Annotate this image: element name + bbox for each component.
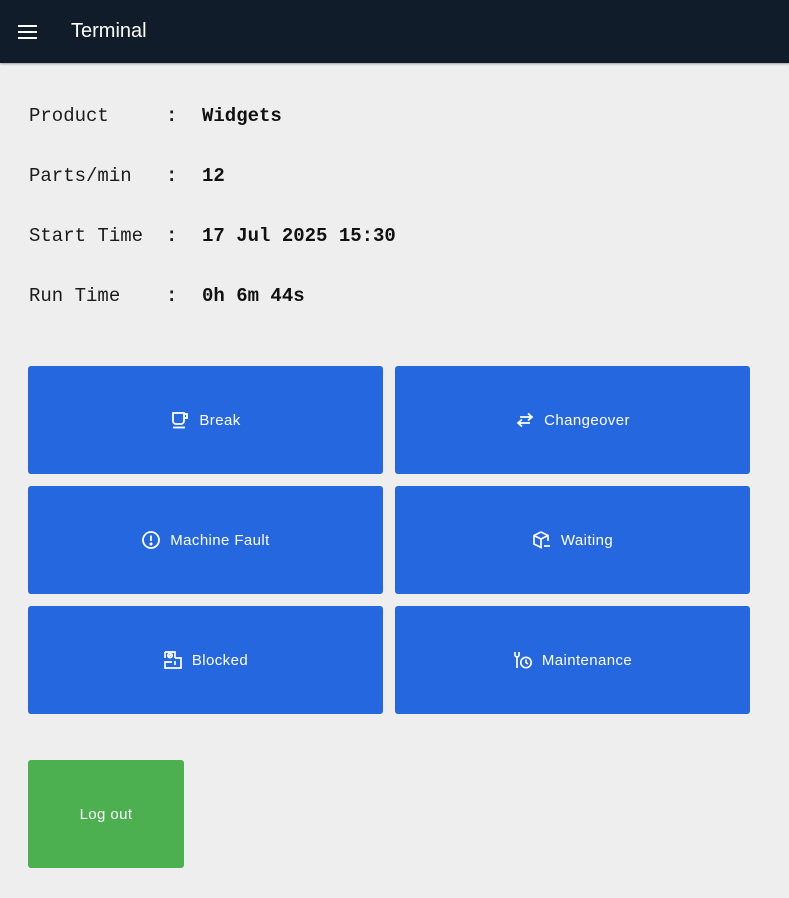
coffee-cup-icon [170,410,190,430]
info-label: Product [29,105,109,127]
maintenance-button[interactable]: Maintenance [395,606,750,714]
maintenance-label: Maintenance [541,651,633,669]
break-label: Break [199,411,241,429]
info-row-run-time: Run Time : 0h 6m 44s [29,280,305,312]
changeover-label: Changeover [544,411,630,429]
changeover-button[interactable]: Changeover [395,366,750,474]
info-value-run-time: 0h 6m 44s [202,285,305,307]
hamburger-menu-icon [17,24,37,39]
menu-button[interactable] [12,16,43,47]
machine-fault-label: Machine Fault [170,531,270,549]
info-value-product: Widgets [202,105,282,127]
info-separator: : [166,165,178,187]
info-row-start-time: Start Time : 17 Jul 2025 15:30 [29,220,396,252]
swap-arrows-icon [515,410,535,430]
logout-label: Log out [79,805,133,823]
machine-fault-button[interactable]: Machine Fault [28,486,383,594]
app-bar: Terminal [0,0,789,63]
break-button[interactable]: Break [28,366,383,474]
info-row-product: Product : Widgets [29,100,282,132]
info-label: Run Time [29,285,121,307]
wrench-clock-icon [513,650,533,670]
package-wait-icon [532,530,552,550]
info-separator: : [166,225,178,247]
logout-button[interactable]: Log out [28,760,184,868]
blocked-icon [163,650,183,670]
info-value-start-time: 17 Jul 2025 15:30 [202,225,396,247]
info-row-parts-per-min: Parts/min : 12 [29,160,225,192]
waiting-label: Waiting [560,531,614,549]
alert-circle-icon [141,530,161,550]
info-label: Parts/min [29,165,132,187]
blocked-button[interactable]: Blocked [28,606,383,714]
info-separator: : [166,105,178,127]
waiting-button[interactable]: Waiting [395,486,750,594]
info-value-parts-per-min: 12 [202,165,225,187]
info-label: Start Time [29,225,144,247]
app-title: Terminal [71,20,147,42]
blocked-label: Blocked [191,651,249,669]
info-separator: : [166,285,178,307]
